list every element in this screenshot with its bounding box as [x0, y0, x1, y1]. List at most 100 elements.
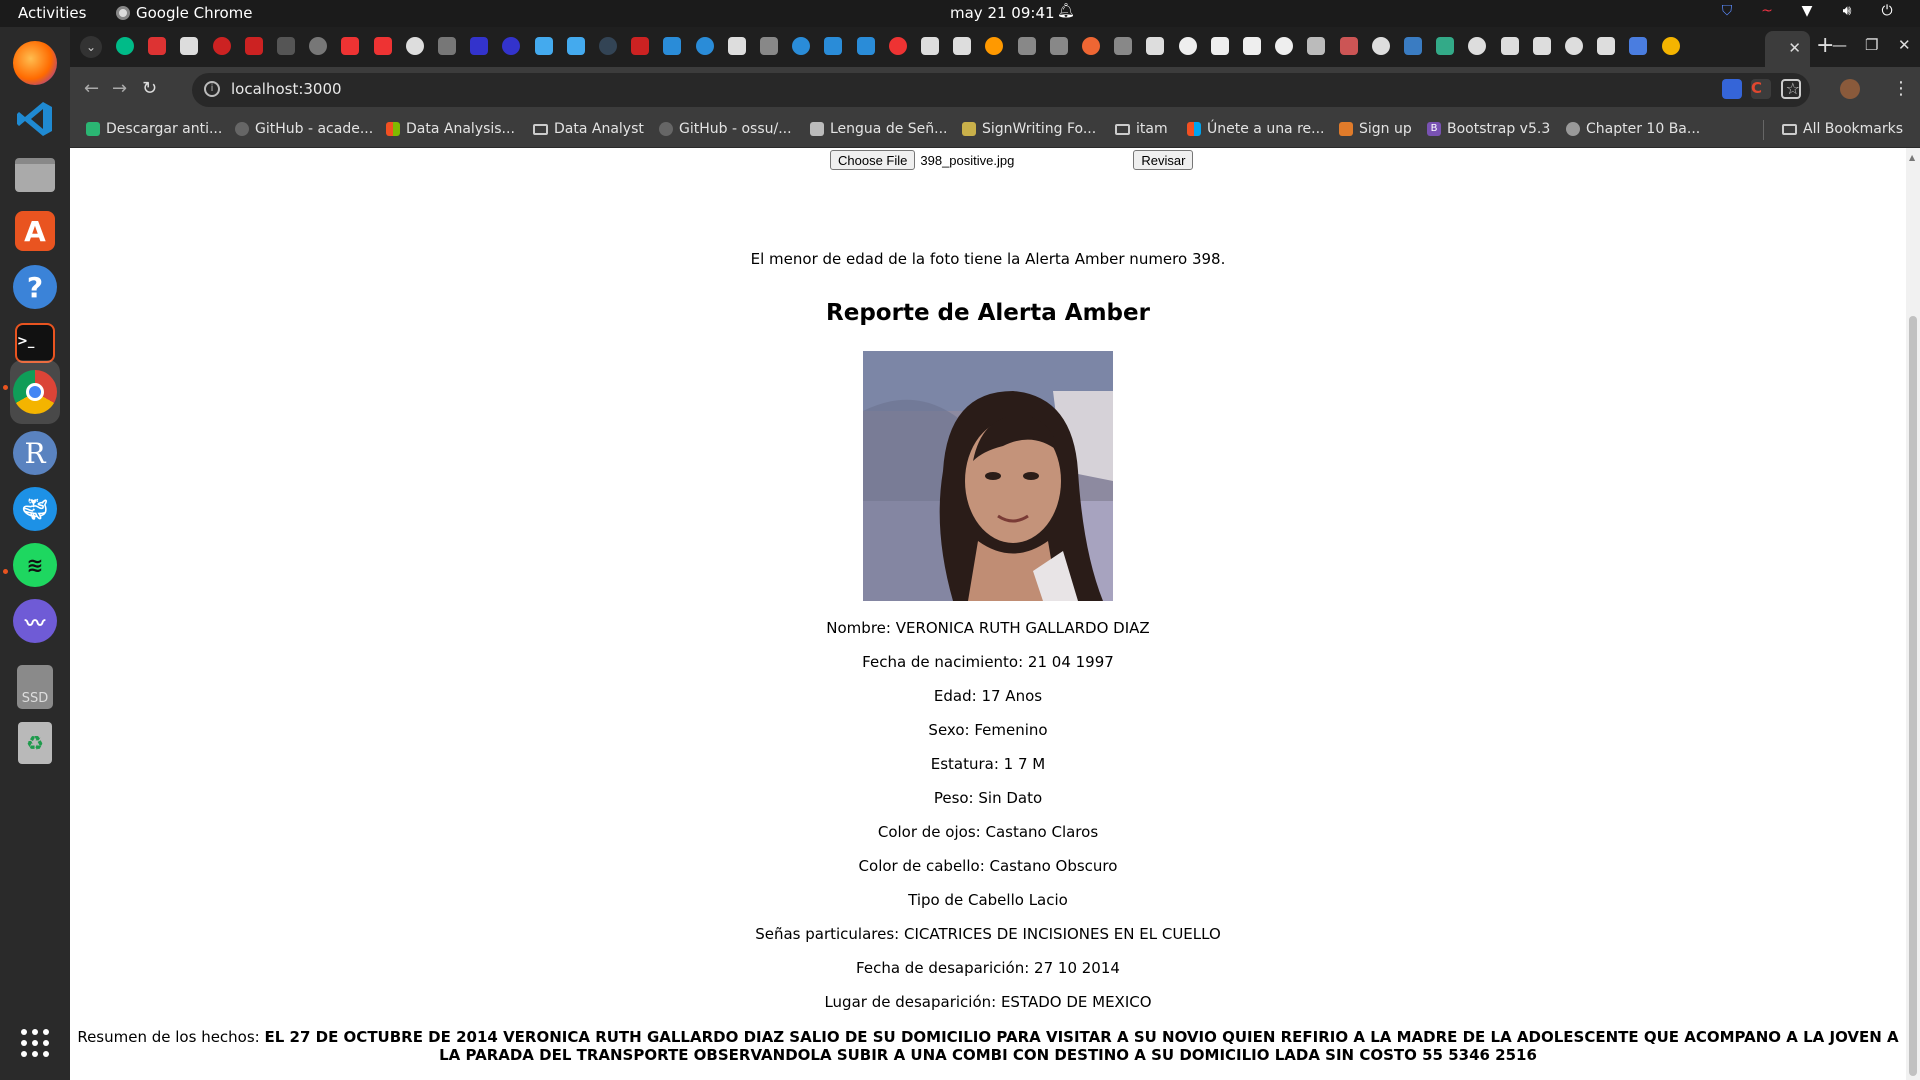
wifi-icon[interactable]: ▼	[1798, 3, 1816, 19]
bookmark-item[interactable]: Únete a una re...	[1187, 121, 1325, 137]
revisar-button[interactable]: Revisar	[1133, 150, 1194, 170]
show-apps-icon[interactable]	[10, 1018, 60, 1068]
bookmark-folder[interactable]: Data Analyst	[533, 121, 644, 137]
tab-favicon-icon[interactable]	[470, 37, 489, 55]
tab-favicon-icon[interactable]	[856, 37, 875, 55]
address-bar[interactable]: i localhost:3000 ⎘ ☆	[192, 73, 1810, 107]
site-info-icon[interactable]: i	[204, 81, 220, 97]
shield-icon[interactable]: ⛉	[1718, 3, 1736, 19]
tab-favicon-icon[interactable]	[1243, 37, 1261, 55]
tab-favicon-icon[interactable]	[1178, 37, 1197, 55]
tab-favicon-icon[interactable]	[1082, 37, 1100, 55]
tab-favicon-icon[interactable]	[1049, 37, 1068, 55]
bookmark-item[interactable]: Lengua de Señ...	[810, 121, 948, 137]
tab-search-icon[interactable]: ⌄	[80, 36, 102, 58]
bookmark-item[interactable]: Chapter 10 Ba...	[1566, 121, 1700, 137]
firefox-icon[interactable]	[10, 38, 60, 88]
extension-shield-icon[interactable]	[1722, 79, 1742, 99]
bookmark-item[interactable]: Descargar anti...	[86, 121, 222, 137]
reload-button[interactable]: ↻	[142, 78, 157, 99]
tab-favicon-icon[interactable]	[888, 37, 907, 55]
tab-favicon-icon[interactable]	[1436, 37, 1455, 55]
tab-favicon-icon[interactable]	[824, 37, 843, 55]
chrome-dock-icon[interactable]	[10, 360, 60, 424]
bookmark-item[interactable]: GitHub - ossu/...	[659, 121, 792, 137]
tab-favicon-icon[interactable]	[695, 37, 714, 55]
scrollbar-thumb[interactable]	[1909, 316, 1917, 1076]
help-icon[interactable]: ?	[10, 262, 60, 312]
tab-favicon-icon[interactable]	[1114, 37, 1133, 55]
tab-favicon-icon[interactable]	[1371, 37, 1390, 55]
vscode-icon[interactable]	[10, 94, 60, 144]
tab-favicon-icon[interactable]	[566, 37, 585, 55]
tab-favicon-icon[interactable]	[1339, 37, 1358, 55]
tab-favicon-icon[interactable]	[663, 37, 682, 55]
back-button[interactable]: ←	[84, 78, 99, 99]
restore-icon[interactable]: ❐	[1865, 36, 1878, 54]
tab-favicon-icon[interactable]	[1500, 37, 1519, 55]
docker-icon[interactable]: 🐳︎	[10, 484, 60, 534]
bookmark-item[interactable]: B Bootstrap v5.3	[1427, 121, 1550, 137]
r-icon[interactable]: R	[10, 428, 60, 478]
tab-favicon-icon[interactable]	[1565, 37, 1583, 55]
tab-favicon-icon[interactable]	[1146, 37, 1165, 55]
bookmark-item[interactable]: Data Analysis...	[386, 121, 515, 137]
minimize-icon[interactable]: —	[1832, 36, 1847, 54]
tab-favicon-icon[interactable]	[148, 37, 167, 55]
indicator-icon[interactable]: ~	[1758, 3, 1776, 19]
tab-favicon-icon[interactable]	[116, 37, 134, 55]
tab-favicon-icon[interactable]	[1468, 37, 1487, 55]
trash-icon[interactable]: ♻	[10, 718, 60, 768]
tab-favicon-icon[interactable]	[373, 37, 392, 55]
tab-favicon-icon[interactable]	[631, 37, 650, 55]
tab-favicon-icon[interactable]	[1017, 37, 1036, 55]
tab-favicon-icon[interactable]	[438, 37, 456, 55]
tab-favicon-icon[interactable]	[1210, 37, 1229, 55]
page-scrollbar[interactable]: ▲	[1906, 148, 1920, 1080]
tab-favicon-icon[interactable]	[244, 37, 263, 55]
tab-favicon-icon[interactable]	[1532, 37, 1551, 55]
clock[interactable]: may 21 09:41	[950, 4, 1055, 22]
app-menu[interactable]: Google Chrome	[116, 4, 253, 22]
bookmark-item[interactable]: SignWriting Fo...	[962, 121, 1096, 137]
bookmark-folder[interactable]: itam	[1115, 121, 1168, 137]
extension-c-icon[interactable]: C	[1751, 79, 1771, 99]
ssd-drive-icon[interactable]: SSD	[10, 662, 60, 712]
forward-button[interactable]: →	[112, 78, 127, 99]
app-icon-purple[interactable]: 〰	[10, 596, 60, 646]
spotify-icon[interactable]: ≋	[10, 540, 60, 590]
system-tray[interactable]: ⛉ ~ ▼ 🔊︎ ⏻	[1718, 3, 1896, 19]
tab-favicon-icon[interactable]	[921, 37, 939, 55]
profile-avatar[interactable]	[1840, 79, 1860, 99]
tab-favicon-icon[interactable]	[599, 37, 617, 55]
tab-favicon-icon[interactable]	[341, 37, 360, 55]
tab-favicon-icon[interactable]	[727, 37, 746, 55]
tab-favicon-icon[interactable]	[534, 37, 553, 55]
tab-favicon-icon[interactable]	[309, 37, 328, 55]
tab-favicon-icon[interactable]	[405, 37, 424, 55]
tab-favicon-icon[interactable]	[277, 37, 295, 55]
app-center-icon[interactable]: A	[10, 206, 60, 256]
volume-icon[interactable]: 🔊︎	[1838, 3, 1856, 19]
tab-active[interactable]: ✕	[1765, 31, 1810, 67]
extensions-puzzle-icon[interactable]	[1781, 79, 1801, 99]
tab-favicon-icon[interactable]	[1275, 37, 1294, 55]
files-icon[interactable]	[10, 150, 60, 200]
tab-favicon-icon[interactable]	[1597, 37, 1616, 55]
close-tab-icon[interactable]: ✕	[1788, 39, 1801, 57]
url-text[interactable]: localhost:3000	[231, 80, 342, 98]
tab-favicon-icon[interactable]	[212, 37, 231, 55]
close-window-icon[interactable]: ✕	[1898, 36, 1911, 54]
choose-file-button[interactable]: Choose File	[830, 150, 916, 170]
bookmark-item[interactable]: GitHub - acade...	[235, 121, 373, 137]
all-bookmarks-folder[interactable]: All Bookmarks	[1782, 121, 1903, 137]
power-icon[interactable]: ⏻	[1878, 3, 1896, 19]
tab-favicon-icon[interactable]	[1661, 37, 1680, 55]
tab-favicon-icon[interactable]	[985, 37, 1004, 55]
bookmark-item[interactable]: Sign up	[1339, 121, 1412, 137]
scroll-up-arrow-icon[interactable]: ▲	[1909, 153, 1915, 162]
tab-favicon-icon[interactable]	[760, 37, 778, 55]
tab-favicon-icon[interactable]	[180, 37, 199, 55]
tab-favicon-icon[interactable]	[792, 37, 811, 55]
tab-favicon-icon[interactable]	[502, 37, 521, 55]
